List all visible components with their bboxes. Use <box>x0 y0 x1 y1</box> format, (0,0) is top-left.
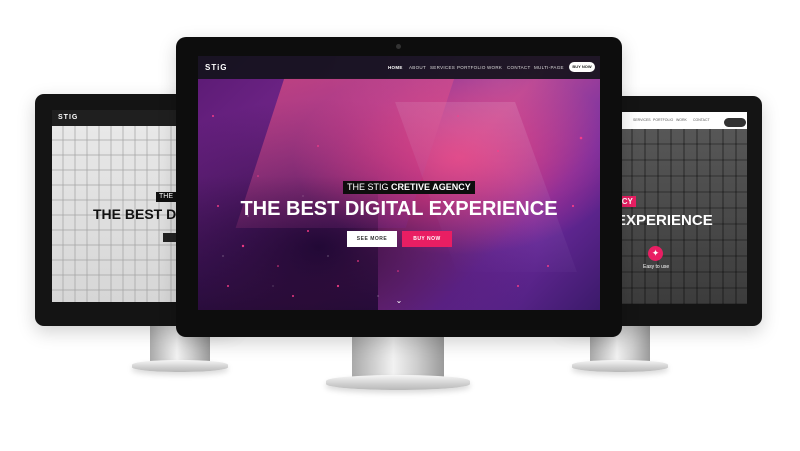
right-headline: EXPERIENCE <box>616 212 713 229</box>
center-stand-base <box>326 375 470 390</box>
see-more-button[interactable]: SEE MORE <box>347 231 397 247</box>
nav-item-portfolio[interactable]: PORTFOLIO <box>457 65 486 70</box>
buy-now-button[interactable]: BUY NOW <box>402 231 452 247</box>
center-monitor: STiG HOME ABOUT SERVICES PORTFOLIO WORK … <box>176 37 622 337</box>
nav-item[interactable]: PORTFOLIO <box>653 118 673 122</box>
left-tagline: THE <box>156 192 176 202</box>
nav-item[interactable]: SERVICES <box>633 118 651 122</box>
hero-tagline: THE STIG CRETIVE AGENCY <box>343 181 475 194</box>
center-navbar: STiG HOME ABOUT SERVICES PORTFOLIO WORK … <box>198 56 600 79</box>
webcam-icon <box>396 44 401 49</box>
left-stand-base <box>132 360 228 372</box>
center-logo[interactable]: STiG <box>205 63 228 72</box>
tagline-prefix: THE STIG <box>347 182 389 192</box>
right-buy-button[interactable] <box>724 118 746 127</box>
right-stand-base <box>572 360 668 372</box>
nav-item-contact[interactable]: CONTACT <box>507 65 531 70</box>
tagline-bold: CRETIVE AGENCY <box>391 182 471 192</box>
nav-item-services[interactable]: SERVICES <box>430 65 455 70</box>
nav-item-home[interactable]: HOME <box>388 65 403 70</box>
nav-item-work[interactable]: WORK <box>487 65 502 70</box>
magic-wand-icon: ✦ <box>648 246 663 261</box>
hero-headline: THE BEST DIGITAL EXPERIENCE <box>240 198 558 220</box>
left-logo[interactable]: STIG <box>58 114 78 121</box>
nav-item-multipage[interactable]: MULTI-PAGE <box>534 65 564 70</box>
showcase-stage: STIG THE THE BEST D SERVICES PORTFOLIO W… <box>0 0 800 451</box>
chevron-down-icon[interactable]: ⌄ <box>394 296 404 306</box>
feature-label: Easy to use <box>643 264 670 270</box>
center-screen: STiG HOME ABOUT SERVICES PORTFOLIO WORK … <box>198 56 600 310</box>
nav-item[interactable]: CONTACT <box>693 118 710 122</box>
nav-item-about[interactable]: ABOUT <box>409 65 426 70</box>
nav-buy-button[interactable]: BUY NOW <box>569 62 595 72</box>
nav-item[interactable]: WORK <box>676 118 687 122</box>
